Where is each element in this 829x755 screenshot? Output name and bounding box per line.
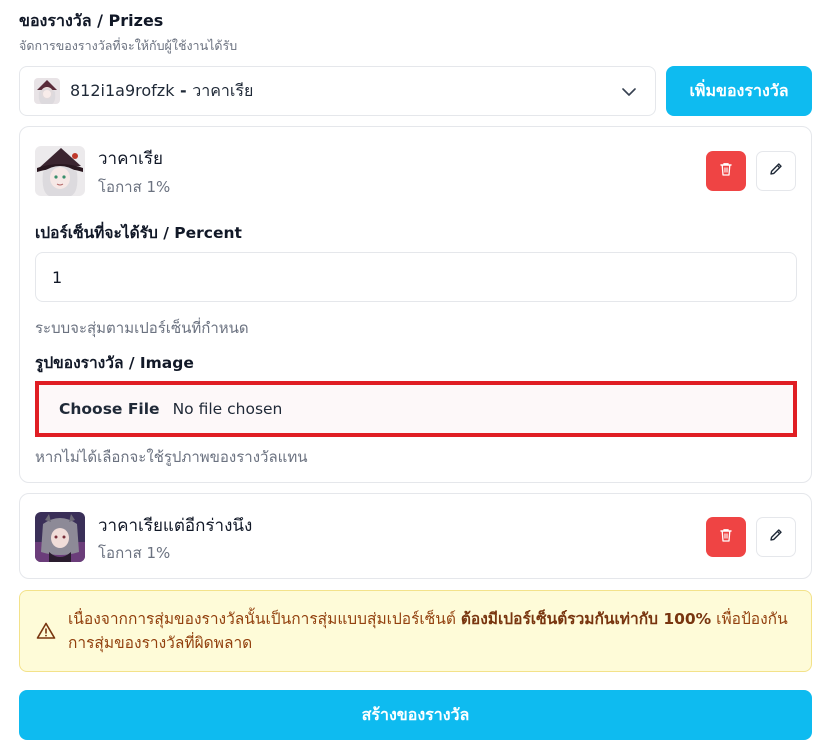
- add-prize-button[interactable]: เพิ่มของรางวัล: [666, 66, 812, 116]
- prize-avatar: [35, 146, 85, 196]
- pencil-icon: [768, 527, 784, 547]
- delete-prize-button[interactable]: [706, 151, 746, 191]
- image-label: รูปของรางวัล / Image: [35, 354, 194, 372]
- prize-select[interactable]: 812i1a9rofzk - วาคาเรีย: [19, 66, 656, 116]
- percent-label: เปอร์เซ็นที่จะได้รับ / Percent: [35, 224, 242, 242]
- prize-thumbnail: [34, 78, 60, 104]
- section-title: ของรางวัล / Prizes: [19, 11, 164, 30]
- pencil-icon: [768, 161, 784, 181]
- edit-prize-button[interactable]: [756, 151, 796, 191]
- file-status: No file chosen: [172, 400, 283, 418]
- trash-icon: [718, 161, 734, 181]
- selected-prize-text: 812i1a9rofzk - วาคาเรีย: [70, 80, 254, 100]
- warning-triangle-icon: [36, 621, 56, 645]
- percent-input[interactable]: 1: [35, 252, 797, 302]
- chevron-down-icon: [621, 84, 637, 104]
- create-prize-button[interactable]: สร้างของรางวัล: [19, 690, 812, 740]
- warning-text: เนื่องจากการสุ่มของรางวัลนั้นเป็นการสุ่ม…: [68, 610, 788, 652]
- prize-chance: โอกาส 1%: [98, 178, 171, 196]
- prize-card: วาคาเรียแต่อีกร่างนึง โอกาส 1%: [19, 493, 812, 579]
- trash-icon: [718, 527, 734, 547]
- prize-name: วาคาเรียแต่อีกร่างนึง: [98, 516, 253, 536]
- prize-card: วาคาเรีย โอกาส 1% เปอร์เซ็นที่จะได้รับ /…: [19, 126, 812, 483]
- prize-avatar: [35, 512, 85, 562]
- section-subtitle: จัดการของรางวัลที่จะให้กับผู้ใช้งานได้รั…: [19, 38, 238, 53]
- image-hint: หากไม่ได้เลือกจะใช้รูปภาพของรางวัลแทน: [35, 448, 308, 466]
- prize-name: วาคาเรีย: [98, 149, 163, 169]
- prize-chance: โอกาส 1%: [98, 544, 171, 562]
- choose-file-button[interactable]: Choose File: [59, 400, 160, 418]
- image-file-input[interactable]: Choose File No file chosen: [35, 381, 797, 437]
- delete-prize-button[interactable]: [706, 517, 746, 557]
- edit-prize-button[interactable]: [756, 517, 796, 557]
- warning-alert: เนื่องจากการสุ่มของรางวัลนั้นเป็นการสุ่ม…: [19, 590, 812, 672]
- percent-hint: ระบบจะสุ่มตามเปอร์เซ็นที่กำหนด: [35, 319, 249, 337]
